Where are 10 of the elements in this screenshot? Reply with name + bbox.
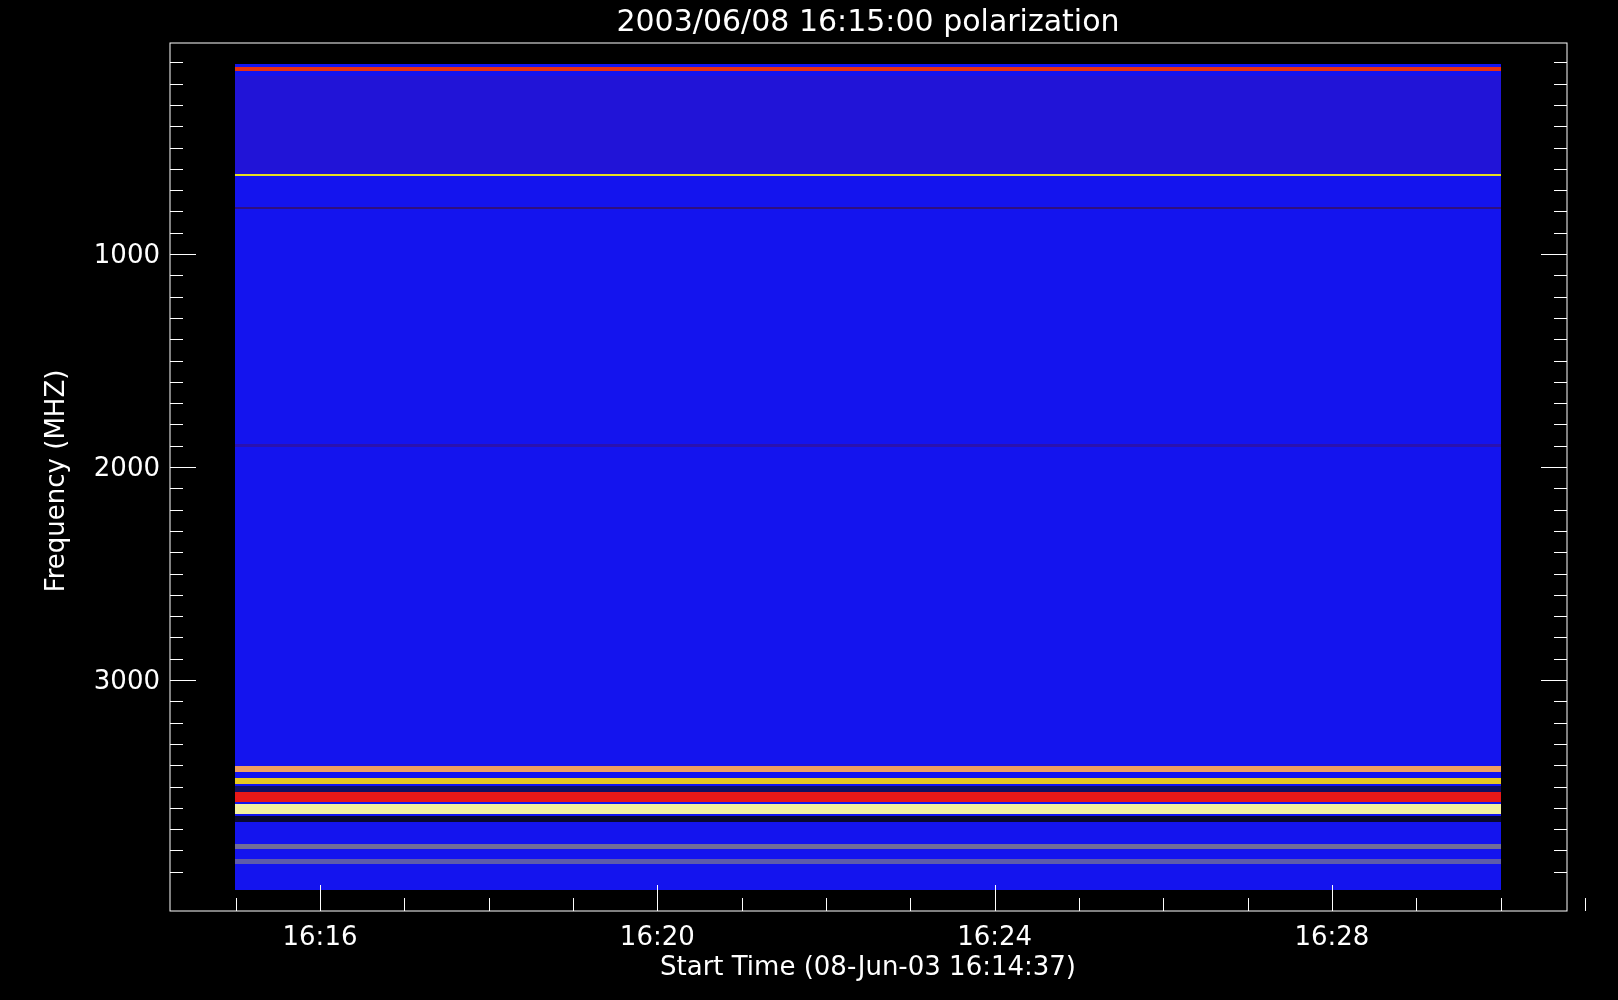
axis-tick-label: 16:20	[619, 921, 695, 951]
axis-tick-label: 3000	[93, 665, 160, 695]
axis-tick-label: 1000	[93, 239, 160, 269]
chart-title: 2003/06/08 16:15:00 polarization	[616, 3, 1120, 38]
axis-tick-label: 16:24	[957, 921, 1033, 951]
axis-tick-label: 2000	[93, 452, 160, 482]
axis-tick-label: 16:16	[282, 921, 358, 951]
axis-title: Frequency (MHZ)	[40, 369, 70, 593]
axis-tick-label: 16:28	[1294, 921, 1370, 951]
axis-title: Start Time (08-Jun-03 16:14:37)	[660, 951, 1076, 981]
